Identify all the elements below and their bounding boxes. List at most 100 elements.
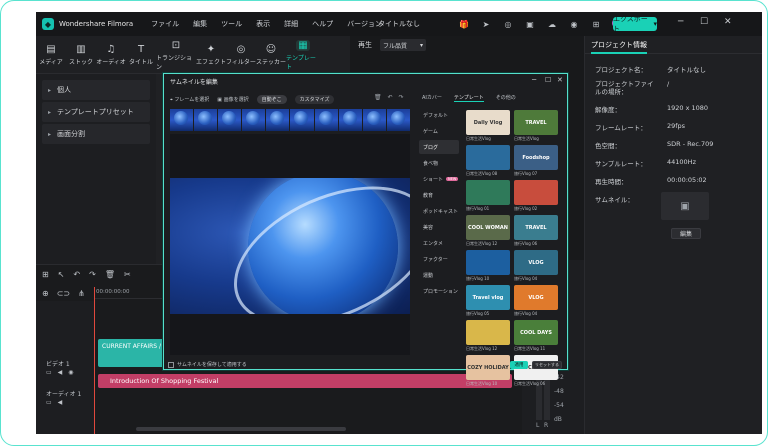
template-card[interactable]: COOL WOMAN 日常生活Vlog 12: [466, 215, 510, 247]
delete-icon[interactable]: 🗑: [374, 94, 382, 101]
sidebar-item-personal[interactable]: ▸ 個人: [42, 80, 150, 100]
template-card[interactable]: TRAVEL 旅行Vlog 06: [514, 215, 558, 247]
category-item[interactable]: デフォルト: [419, 108, 459, 122]
smart-mode-pill[interactable]: 自動ぞこ: [256, 94, 287, 104]
template-card[interactable]: COZY HOLIDAY 日常生活Vlog 10: [466, 355, 510, 387]
tab-ai-cover[interactable]: AIカバー: [422, 94, 442, 102]
video-clip[interactable]: CURRENT AFFAIRS /: [98, 339, 168, 367]
filmstrip-frame[interactable]: [218, 109, 242, 131]
save-apply-checkbox[interactable]: サムネイルを保存して適用する: [168, 361, 247, 368]
quality-select[interactable]: フル品質 ▾: [380, 39, 426, 51]
tool-transition[interactable]: ⊡ トランジション: [156, 36, 196, 74]
template-card[interactable]: TRAVEL 日常生活Vlog: [514, 110, 558, 142]
template-card[interactable]: COOL DAYS 日常生活Vlog 11: [514, 320, 558, 352]
redo-icon[interactable]: ↷: [399, 94, 404, 101]
sidebar-item-template-presets[interactable]: ▸ テンプレートプリセット: [42, 102, 150, 122]
template-card[interactable]: 旅行Vlog 02: [514, 180, 558, 212]
tab-other[interactable]: その他の: [496, 94, 516, 102]
custom-mode-pill[interactable]: カスタマイズ: [294, 94, 335, 104]
reset-button[interactable]: リセットする: [532, 361, 562, 369]
filmstrip-frame[interactable]: [362, 109, 386, 131]
tool-audio[interactable]: ♫ オーディオ: [96, 36, 126, 74]
filmstrip-frame[interactable]: [386, 109, 410, 131]
audio-clip[interactable]: Introduction Of Shopping Festival: [98, 374, 512, 388]
category-item[interactable]: プロモーション: [419, 284, 459, 298]
tool-stock[interactable]: ▥ ストック: [66, 36, 96, 74]
link-icon[interactable]: ⊂⊃: [57, 289, 70, 298]
grid-icon[interactable]: ⊞: [590, 18, 602, 30]
category-item[interactable]: ファクター: [419, 252, 459, 266]
maximize-icon[interactable]: ☐: [700, 17, 708, 27]
filmstrip-frame[interactable]: [314, 109, 338, 131]
template-card[interactable]: Dally Vlog 日常生活Vlog: [466, 110, 510, 142]
template-card[interactable]: 日常生活Vlog 08: [466, 145, 510, 177]
playhead[interactable]: [94, 287, 95, 434]
category-item[interactable]: エンタメ: [419, 236, 459, 250]
undo-icon[interactable]: ↶: [388, 94, 393, 101]
undo-icon[interactable]: ↶: [73, 270, 80, 279]
menu-help[interactable]: ヘルプ: [312, 19, 333, 29]
menu-edit[interactable]: 編集: [193, 19, 207, 29]
headset-icon[interactable]: ◉: [568, 18, 580, 30]
category-item-short[interactable]: ショート NEW: [419, 172, 459, 186]
send-icon[interactable]: ➤: [480, 18, 492, 30]
tool-template[interactable]: ▦ テンプレート: [286, 36, 320, 74]
eye-icon[interactable]: ◉: [68, 369, 73, 376]
pointer-icon[interactable]: ↖: [58, 270, 65, 279]
magnet-icon[interactable]: ⋔: [78, 289, 85, 298]
edit-thumbnail-button[interactable]: 編集: [671, 228, 701, 239]
filmstrip-frame[interactable]: [290, 109, 314, 131]
menu-file[interactable]: ファイル: [151, 19, 179, 29]
tool-filter[interactable]: ◎ フィルター: [226, 36, 256, 74]
tool-sticker[interactable]: ☺ ステッカー: [256, 36, 286, 74]
template-card[interactable]: 旅行Vlog 10: [466, 250, 510, 282]
menu-version[interactable]: バージョン: [347, 19, 382, 29]
redo-icon[interactable]: ↷: [89, 270, 96, 279]
category-item[interactable]: 食べ物: [419, 156, 459, 170]
tool-media[interactable]: ▤ メディア: [36, 36, 66, 74]
filmstrip-frame[interactable]: [194, 109, 218, 131]
checkbox-box[interactable]: [168, 361, 174, 368]
category-item[interactable]: ブログ: [419, 140, 459, 154]
template-card[interactable]: 旅行Vlog 01: [466, 180, 510, 212]
tool-effect[interactable]: ✦ エフェクト: [196, 36, 226, 74]
delete-icon[interactable]: 🗑: [105, 270, 115, 279]
filmstrip-frame[interactable]: [170, 109, 194, 131]
filmstrip-frame[interactable]: [266, 109, 290, 131]
close-icon[interactable]: ✕: [724, 17, 732, 27]
speaker-icon[interactable]: ◀: [58, 369, 63, 376]
category-item[interactable]: ゲーム: [419, 124, 459, 138]
layout-icon[interactable]: ⊞: [42, 270, 49, 279]
folder-icon[interactable]: ▭: [46, 369, 52, 376]
apply-button[interactable]: 適用: [510, 361, 528, 369]
timeline-scrollbar[interactable]: [136, 427, 346, 431]
gift-icon[interactable]: 🎁: [458, 18, 470, 30]
menu-tools[interactable]: ツール: [221, 19, 242, 29]
menu-advanced[interactable]: 詳細: [284, 19, 298, 29]
category-item[interactable]: 美容: [419, 220, 459, 234]
crop-icon[interactable]: ✂: [124, 270, 131, 279]
minimize-icon[interactable]: ─: [532, 76, 536, 84]
minimize-icon[interactable]: ─: [678, 17, 683, 27]
select-image-button[interactable]: ▣ 画像を選択: [217, 96, 248, 103]
project-info-tab[interactable]: プロジェクト情報: [585, 36, 762, 54]
template-card[interactable]: Travel vlog 旅行Vlog 05: [466, 285, 510, 317]
menu-view[interactable]: 表示: [256, 19, 270, 29]
template-card[interactable]: SCHOOL日常生活Vlog 06: [514, 355, 558, 387]
player-tab[interactable]: 再生: [358, 40, 372, 50]
bulb-icon[interactable]: ◎: [502, 18, 514, 30]
export-button[interactable]: エクスポート ▾: [613, 15, 657, 33]
category-item[interactable]: 運動: [419, 268, 459, 282]
close-icon[interactable]: ✕: [557, 76, 563, 84]
add-track-icon[interactable]: ⊕: [42, 289, 49, 298]
cloud-icon[interactable]: ☁: [546, 18, 558, 30]
tab-templates[interactable]: テンプレート: [453, 94, 484, 102]
thumbnail-canvas[interactable]: [170, 134, 410, 355]
filmstrip-frame[interactable]: [242, 109, 266, 131]
tool-title[interactable]: T タイトル: [126, 36, 156, 74]
category-item[interactable]: ポッドキャスト: [419, 204, 459, 218]
sidebar-item-split-screen[interactable]: ▸ 画面分割: [42, 124, 150, 144]
category-item[interactable]: 教育: [419, 188, 459, 202]
select-frame-button[interactable]: ⌖ フレームを選択: [170, 96, 209, 103]
save-icon[interactable]: ▣: [524, 18, 536, 30]
